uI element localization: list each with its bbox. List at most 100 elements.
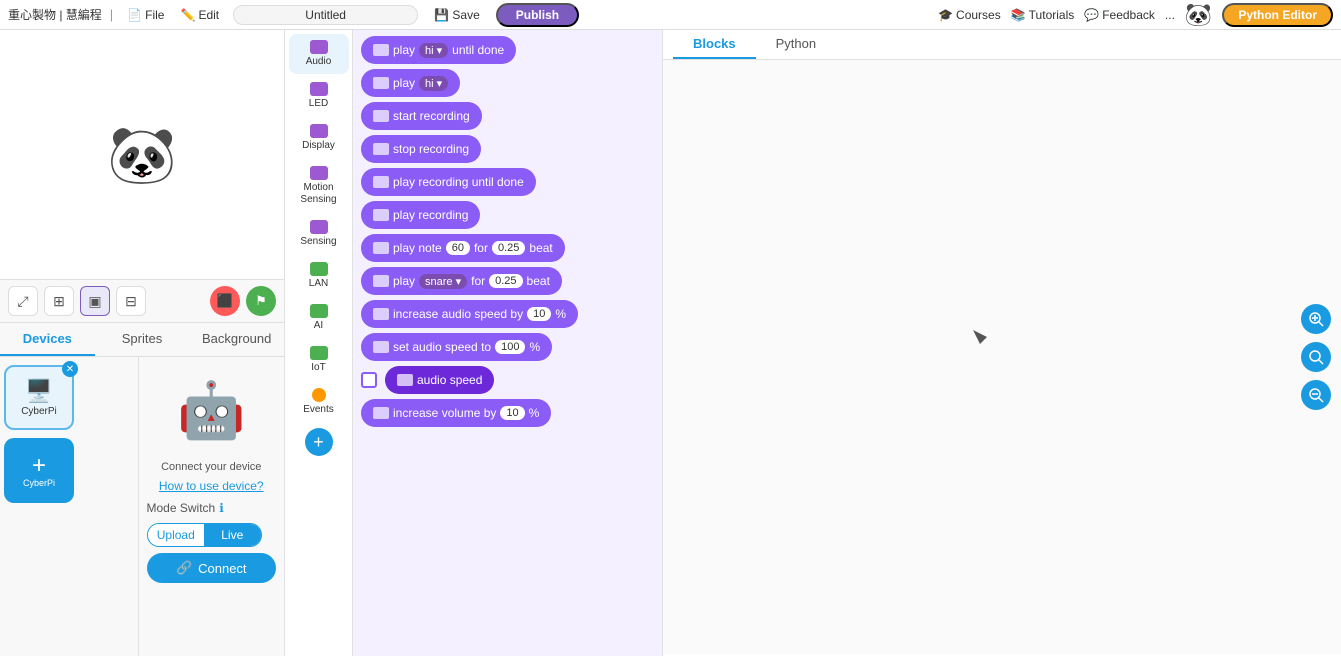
audio-speed-checkbox[interactable] [361,372,377,388]
project-name-input[interactable] [233,5,418,25]
cat-audio[interactable]: Audio [289,34,349,74]
block-play-snare[interactable]: ▶ play snare ▾ for 0.25 beat [361,267,562,295]
python-editor-button[interactable]: Python Editor [1222,3,1333,27]
audio-speed-set-input[interactable]: 100 [495,340,525,354]
block-icon-12: ▶ [373,407,389,419]
tab-background[interactable]: Background [189,323,284,356]
block-play-recording-until-done[interactable]: ▶ play recording until done [361,168,536,196]
zoom-in-button[interactable] [1301,304,1331,334]
cat-events[interactable]: Events [289,382,349,422]
tab-sprites[interactable]: Sprites [95,323,190,356]
cat-lan[interactable]: LAN [289,256,349,296]
block-play-recording[interactable]: ▶ play recording [361,201,480,229]
zoom-reset-button[interactable] [1301,342,1331,372]
grid-large-button[interactable]: ⊟ [116,286,146,316]
connect-device-label: Connect your device [147,461,277,473]
block-audio-speed[interactable]: ▶ audio speed [385,366,494,394]
block-icon: ▶ [373,44,389,56]
block-increase-volume[interactable]: ▶ increase volume by 10 % [361,399,551,427]
code-area: Blocks Python [663,30,1341,656]
tab-devices[interactable]: Devices [0,323,95,356]
more-menu[interactable]: ... [1165,8,1175,22]
block-stop-recording[interactable]: ▶ stop recording [361,135,481,163]
courses-link[interactable]: 🎓 Courses [938,8,1001,22]
cat-iot[interactable]: IoT [289,340,349,380]
device-name-label: CyberPi [21,406,57,417]
connect-button[interactable]: 🔗 Connect [147,553,277,583]
dropdown-hi-1[interactable]: hi ▾ [419,43,448,58]
block-icon-11: ▶ [397,374,413,386]
run-button[interactable]: ⚑ [246,286,276,316]
block-increase-audio-speed[interactable]: ▶ increase audio speed by 10 % [361,300,578,328]
zoom-reset-icon [1308,349,1324,365]
zoom-out-icon [1308,387,1324,403]
cat-iot-label: IoT [311,362,325,374]
cat-motion-sensing[interactable]: Motion Sensing [289,160,349,212]
left-tabs: Devices Sprites Background [0,323,284,357]
add-device-button[interactable]: + CyberPi [4,438,74,503]
cat-events-dot [312,388,326,402]
menu-bar: 📄 File ✏️ Edit [121,6,225,24]
devices-list: ✕ 🖥️ CyberPi + CyberPi [0,357,139,656]
menu-edit[interactable]: ✏️ Edit [174,6,225,24]
snare-beat-input[interactable]: 0.25 [489,274,522,288]
cat-audio-label: Audio [306,56,332,68]
feedback-link[interactable]: 💬 Feedback [1084,8,1155,22]
panda-avatar[interactable]: 🐼 [1185,2,1212,28]
cat-lan-dot [310,262,328,276]
upload-live-toggle: Upload Live [147,523,262,547]
block-play-note[interactable]: ▶ play note 60 for 0.25 beat [361,234,565,262]
cat-ai-label: AI [314,320,323,332]
block-set-audio-speed[interactable]: ▶ set audio speed to 100 % [361,333,552,361]
menu-file[interactable]: 📄 File [121,6,170,24]
cat-sensing[interactable]: Sensing [289,214,349,254]
code-canvas[interactable] [663,60,1341,654]
cursor-indicator [973,330,987,350]
mode-switch-info-icon[interactable]: ℹ [219,501,224,515]
tab-blocks[interactable]: Blocks [673,30,756,59]
blocks-panel: ▶ play hi ▾ until done ▶ play hi ▾ ▶ sta… [353,30,663,656]
block-play-hi-until-done[interactable]: ▶ play hi ▾ until done [361,36,516,64]
save-button[interactable]: 💾 Save [426,6,488,24]
block-icon-6: ▶ [373,209,389,221]
cat-ai[interactable]: AI [289,298,349,338]
add-icon: + [32,454,46,478]
mode-switch-label: Mode Switch ℹ [147,501,224,515]
volume-increase-input[interactable]: 10 [500,406,524,420]
cat-lan-label: LAN [309,278,328,290]
note-input[interactable]: 60 [446,241,470,255]
cat-display[interactable]: Display [289,118,349,158]
cyberpi-sprite-img: 🤖 [177,378,245,443]
zoom-controls [1301,304,1331,410]
device-close-badge[interactable]: ✕ [62,361,78,377]
grid-medium-button[interactable]: ▣ [80,286,110,316]
note-beat-input[interactable]: 0.25 [492,241,525,255]
tab-python[interactable]: Python [756,30,836,59]
add-category-button[interactable]: + [305,428,333,456]
audio-speed-increase-input[interactable]: 10 [527,307,551,321]
cat-led[interactable]: LED [289,76,349,116]
devices-sprites-area: ✕ 🖥️ CyberPi + CyberPi 🤖 Connect your de… [0,357,284,656]
dropdown-hi-2[interactable]: hi ▾ [419,76,448,91]
cat-events-label: Events [303,404,334,416]
cat-iot-dot [310,346,328,360]
expand-button[interactable]: ⤢ [8,286,38,316]
dropdown-snare[interactable]: snare ▾ [419,274,467,289]
block-start-recording[interactable]: ▶ start recording [361,102,482,130]
zoom-in-icon [1308,311,1324,327]
stop-button[interactable]: ⬛ [210,286,240,316]
block-icon-3: ▶ [373,110,389,122]
block-icon-10: ▶ [373,341,389,353]
publish-button[interactable]: Publish [496,3,579,27]
zoom-out-button[interactable] [1301,380,1331,410]
tutorials-link[interactable]: 📚 Tutorials [1011,8,1075,22]
cyberpi-device-card[interactable]: ✕ 🖥️ CyberPi [4,365,74,430]
stage-area: 🐼 [0,30,284,280]
how-to-use-link[interactable]: How to use device? [147,479,277,493]
cat-motion-dot [310,166,328,180]
block-play-hi[interactable]: ▶ play hi ▾ [361,69,460,97]
grid-small-button[interactable]: ⊞ [44,286,74,316]
live-mode-button[interactable]: Live [204,524,261,546]
cat-audio-dot [310,40,328,54]
upload-mode-button[interactable]: Upload [148,524,205,546]
